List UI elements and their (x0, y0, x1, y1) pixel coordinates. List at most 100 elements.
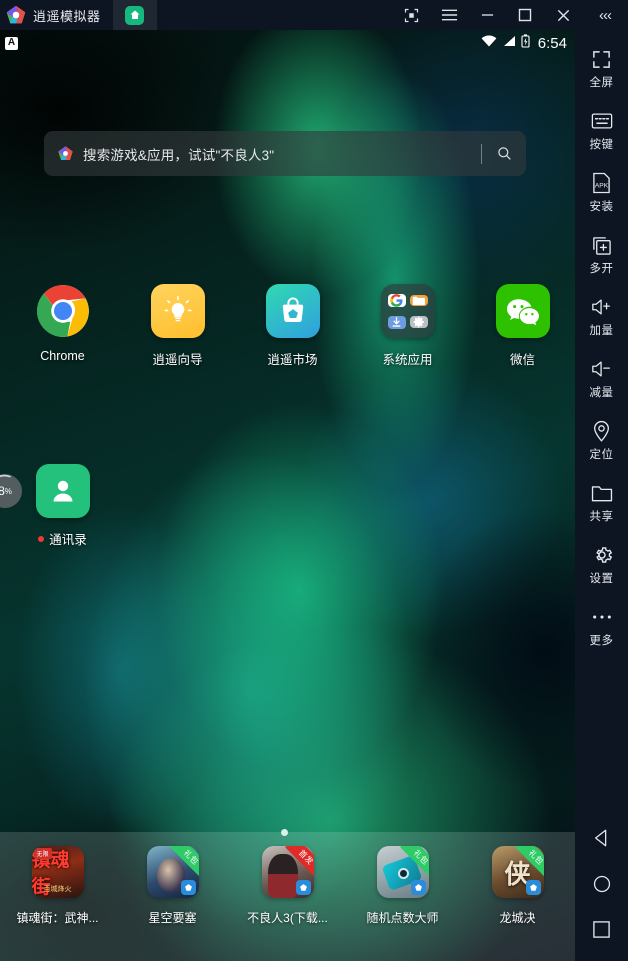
game-buliangren-icon: 首发 (261, 846, 314, 898)
collapse-sidebar-button[interactable]: ‹‹‹ (582, 0, 628, 30)
dock-item-label: 随机点数大师 (366, 911, 439, 925)
volume-up-icon (591, 296, 613, 318)
sidebar-item-more[interactable]: 更多 (575, 596, 628, 658)
sidebar-item-label: 更多 (589, 635, 614, 647)
sidebar-item-label: 加量 (589, 325, 614, 337)
sidebar-item-label: 多开 (589, 263, 614, 275)
sidebar-item-label: 设置 (589, 573, 614, 585)
multi-instance-icon (591, 234, 612, 256)
game-longchengjue-icon: 侠 礼包 (491, 846, 544, 898)
files-folder-icon (409, 294, 428, 306)
battery-charging-icon (521, 33, 530, 53)
app-contacts[interactable]: 通讯录 (10, 464, 115, 548)
sidebar-item-label: 全屏 (589, 77, 614, 89)
search-bar[interactable]: 搜索游戏&应用，试试"不良人3" (44, 131, 526, 176)
window-titlebar: 逍遥模拟器 ‹‹‹ (0, 0, 628, 30)
dock-item-xingkong[interactable]: 礼包 星空要塞 (115, 846, 230, 926)
chrome-icon (36, 284, 90, 338)
app-label: Chrome (40, 349, 85, 363)
sidebar-item-keymapping[interactable]: 按键 (575, 100, 628, 162)
window-title: 逍遥模拟器 (33, 8, 101, 24)
app-wechat[interactable]: 微信 (470, 284, 575, 368)
lightbulb-icon (150, 284, 205, 338)
minimize-button[interactable] (468, 0, 506, 30)
sidebar-item-settings[interactable]: 设置 (575, 534, 628, 596)
game-corner-tag: 无限 (33, 848, 52, 859)
dock-item-zhenhunjie[interactable]: 镇魂街 无限 百城烽火 镇魂街：武神... (0, 846, 115, 926)
dock-item-suijidianshu[interactable]: 礼包 随机点数大师 (345, 846, 460, 926)
android-nav-buttons (575, 828, 628, 961)
android-statusbar: A 6:54 (0, 30, 575, 56)
sidebar-item-label: 减量 (589, 387, 614, 399)
apk-install-icon: APK (592, 172, 611, 194)
progress-ring-icon (0, 474, 11, 478)
game-art-lens (397, 868, 409, 879)
app-xiaoyao-market[interactable]: 逍遥市场 (240, 284, 345, 368)
close-button[interactable] (544, 0, 582, 30)
dock-item-label: 星空要塞 (148, 911, 197, 925)
game-xingkong-icon: 礼包 (146, 846, 199, 898)
game-art-figure (267, 854, 298, 898)
sidebar-item-install-apk[interactable]: APK 安装 (575, 162, 628, 224)
sidebar-item-location[interactable]: 定位 (575, 410, 628, 472)
fullscreen-icon (591, 48, 612, 70)
sidebar-item-label: 共享 (589, 511, 614, 523)
home-tab-icon (125, 5, 145, 25)
app-xiaoyao-guide[interactable]: 逍遥向导 (125, 284, 230, 368)
notification-dot-icon (38, 535, 45, 542)
keyboard-mapping-icon (591, 110, 613, 132)
downloads-icon (387, 315, 406, 329)
sidebar-item-label: 按键 (589, 139, 614, 151)
screenshot-button[interactable] (392, 0, 430, 30)
app-grid-row-1: Chrome 逍遥向导 逍遥市场 系统应用 微信 (0, 284, 575, 368)
app-label: 系统应用 (382, 353, 433, 367)
xiaoyao-pentagon-logo-icon (57, 145, 74, 162)
dock-item-label: 龙城决 (499, 911, 536, 925)
folder-group-icon (380, 284, 435, 338)
wifi-icon (481, 34, 497, 52)
sidebar-item-fullscreen[interactable]: 全屏 (575, 38, 628, 100)
game-subtitle: 百城烽火 (43, 886, 72, 893)
app-label: 微信 (509, 353, 535, 367)
app-label-with-badge: 通讯录 (38, 529, 87, 548)
wechat-icon (495, 284, 550, 338)
cellular-signal-icon (502, 34, 516, 52)
app-chrome[interactable]: Chrome (10, 284, 115, 368)
volume-down-icon (591, 358, 613, 380)
android-screen: A 6:54 搜索游戏&应用，试试"不良人3" Chrome 逍遥向导 逍遥市场… (0, 30, 575, 961)
sidebar-item-volume-up[interactable]: 加量 (575, 286, 628, 348)
platform-badge-icon (295, 880, 311, 895)
market-bag-icon (265, 284, 320, 338)
android-back-button[interactable] (575, 828, 628, 848)
sidebar-item-volume-down[interactable]: 减量 (575, 348, 628, 410)
xiaoyao-pentagon-logo-icon (5, 4, 27, 26)
platform-badge-icon (180, 880, 196, 895)
emulator-toolbar: 全屏 按键 APK 安装 多开 加量 减量 定位 共享 设置 更多 (575, 30, 628, 961)
ime-indicator-icon: A (5, 36, 18, 50)
sidebar-item-shared-folder[interactable]: 共享 (575, 472, 628, 534)
search-input-placeholder[interactable]: 搜索游戏&应用，试试"不良人3" (83, 144, 274, 164)
emulator-window: 逍遥模拟器 ‹‹‹ A 6:54 搜索游戏&应用，试试"不良人3" Chrome… (0, 0, 628, 961)
dock-bar: 镇魂街 无限 百城烽火 镇魂街：武神... 礼包 星空要塞 首发 不良人3(下载… (0, 832, 575, 961)
app-folder-system[interactable]: 系统应用 (355, 284, 460, 368)
platform-badge-icon (525, 880, 541, 895)
contacts-icon (35, 464, 90, 518)
app-label: 通讯录 (49, 533, 87, 547)
app-grid-row-2: 通讯录 (0, 464, 575, 548)
dock-item-buliangren3[interactable]: 首发 不良人3(下载... (230, 846, 345, 926)
dock-item-longchengjue[interactable]: 侠 礼包 龙城决 (460, 846, 575, 926)
search-icon[interactable] (482, 146, 526, 161)
app-label: 逍遥向导 (152, 353, 203, 367)
instance-tab-home[interactable] (112, 0, 157, 30)
settings-gear-icon (409, 316, 428, 328)
maximize-button[interactable] (506, 0, 544, 30)
android-recents-button[interactable] (575, 920, 628, 939)
menu-button[interactable] (430, 0, 468, 30)
game-zhenhunjie-icon: 镇魂街 无限 百城烽火 (31, 846, 84, 898)
dock-item-label: 不良人3(下载... (247, 911, 328, 925)
statusbar-right-group: 6:54 (481, 33, 567, 53)
android-home-button[interactable] (575, 874, 628, 894)
statusbar-clock: 6:54 (537, 34, 567, 52)
app-label: 逍遥市场 (267, 353, 318, 367)
sidebar-item-multi-instance[interactable]: 多开 (575, 224, 628, 286)
